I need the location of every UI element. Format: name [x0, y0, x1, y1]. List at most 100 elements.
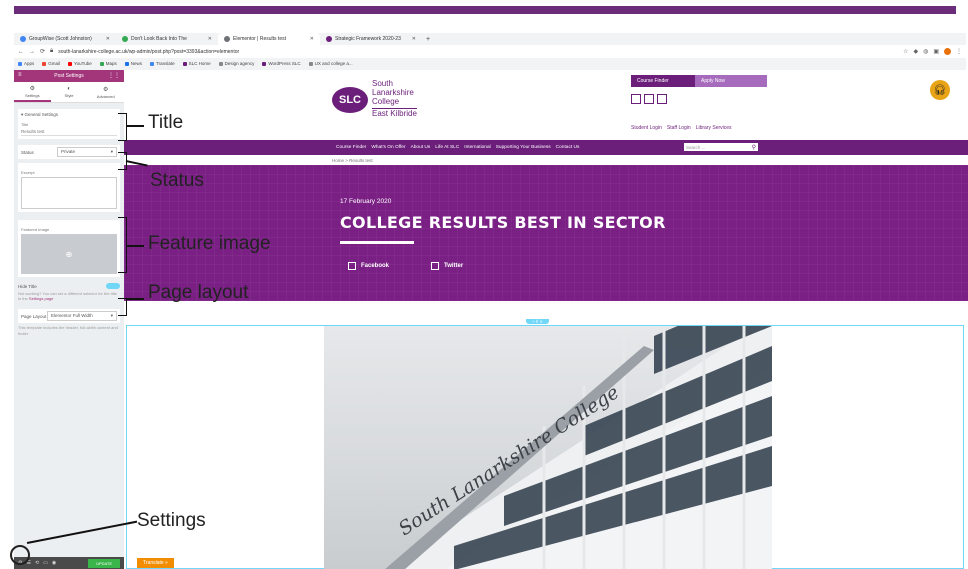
- close-icon[interactable]: ✕: [106, 36, 110, 42]
- extension-icon[interactable]: ◍: [923, 48, 928, 55]
- browser-tab[interactable]: GroupWise (Scott Johnston) ✕: [14, 33, 116, 45]
- social-icons: [631, 94, 667, 104]
- breadcrumb[interactable]: Home > Results test: [124, 155, 968, 165]
- close-icon[interactable]: ✕: [208, 36, 212, 42]
- post-date: 17 February 2020: [340, 198, 392, 205]
- browser-tab[interactable]: Don't Look Back Into The ✕: [116, 33, 218, 45]
- extension-icon[interactable]: ▣: [933, 48, 939, 55]
- status-select[interactable]: Private ▾: [57, 147, 117, 157]
- panel-title: Post Settings: [54, 73, 84, 79]
- excerpt-textarea[interactable]: [21, 177, 117, 209]
- browser-tab[interactable]: Strategic Framework 2020-23 ✕: [320, 33, 422, 45]
- bookmark-item[interactable]: Design agency: [218, 61, 254, 66]
- image-section[interactable]: South Lanarkshire College Translate »: [126, 325, 964, 569]
- nav-item[interactable]: Life At SLC: [435, 145, 459, 150]
- new-tab-button[interactable]: +: [422, 36, 434, 43]
- page-layout-select[interactable]: Elementor Full Width ▾: [47, 311, 117, 322]
- browser-tab-active[interactable]: Elementor | Results test ✕: [218, 33, 320, 45]
- profile-avatar[interactable]: [944, 48, 951, 55]
- widgets-grid-icon[interactable]: ⋮⋮: [108, 72, 120, 79]
- panel-header: ≡ Post Settings ⋮⋮: [14, 70, 124, 82]
- facebook-share[interactable]: Facebook: [348, 262, 389, 270]
- search-placeholder: Search ...: [686, 144, 706, 150]
- facebook-icon: [348, 262, 356, 270]
- extension-icon[interactable]: ◆: [913, 48, 918, 55]
- social-icon[interactable]: [631, 94, 641, 104]
- search-icon[interactable]: ⚲: [752, 144, 756, 151]
- star-icon[interactable]: ☆: [903, 48, 908, 55]
- site-header: SLC South Lanarkshire College East Kilbr…: [124, 70, 968, 140]
- tab-style[interactable]: ◐ Style: [51, 82, 88, 102]
- url-field[interactable]: south-lanarkshire-college.ac.uk/wp-admin…: [58, 49, 898, 55]
- library-services-link[interactable]: Library Services: [696, 125, 732, 131]
- nav-item[interactable]: Course Finder: [336, 145, 366, 150]
- back-icon[interactable]: ←: [18, 49, 24, 55]
- nav-item[interactable]: What's On Offer: [371, 145, 405, 150]
- browser-tabs: GroupWise (Scott Johnston) ✕ Don't Look B…: [14, 33, 966, 45]
- nav-item[interactable]: Supporting Your Business: [496, 145, 551, 150]
- college-logo[interactable]: SLC South Lanarkshire College East Kilbr…: [332, 79, 417, 119]
- hide-title-label: Hide Title: [18, 283, 37, 289]
- bookmark-item[interactable]: Maps: [99, 61, 117, 66]
- featured-image-placeholder[interactable]: ⊕: [21, 234, 117, 274]
- student-login-link[interactable]: Student Login: [631, 125, 662, 131]
- reload-icon[interactable]: ⟳: [40, 48, 45, 55]
- tab-settings[interactable]: ⚙ Settings: [14, 82, 51, 102]
- nav-item[interactable]: Contact Us: [556, 145, 580, 150]
- history-icon[interactable]: ⟲: [35, 560, 39, 566]
- social-icon[interactable]: [657, 94, 667, 104]
- bookmark-item[interactable]: UX and college a...: [308, 61, 353, 66]
- page-layout-label: Page Layout: [21, 313, 47, 319]
- bookmark-item[interactable]: Gmail: [42, 61, 60, 66]
- section-heading[interactable]: ▾ General Settings: [21, 112, 117, 118]
- bookmark-item[interactable]: SLC Home: [182, 61, 211, 66]
- hide-title-toggle[interactable]: [106, 283, 120, 289]
- bookmark-item[interactable]: Translate: [150, 61, 175, 66]
- browser-chrome: GroupWise (Scott Johnston) ✕ Don't Look B…: [14, 33, 966, 71]
- hide-title-row: Hide Title: [18, 283, 120, 289]
- update-button[interactable]: UPDATE: [88, 558, 120, 568]
- logo-line: College: [372, 96, 400, 106]
- menu-icon[interactable]: ⋮: [956, 48, 962, 55]
- close-icon[interactable]: ✕: [412, 36, 416, 42]
- nav-item[interactable]: International: [464, 145, 490, 150]
- logo-text: South Lanarkshire College East Kilbride: [372, 79, 417, 119]
- title-input[interactable]: Results test: [21, 127, 117, 136]
- course-finder-button[interactable]: Course Finder: [631, 75, 695, 87]
- featured-image-label: Featured Image: [21, 227, 50, 232]
- twitter-share[interactable]: Twitter: [431, 262, 463, 270]
- apply-now-button[interactable]: Apply Now: [695, 75, 767, 87]
- site-search[interactable]: Search ... ⚲: [684, 143, 758, 151]
- social-icon[interactable]: [644, 94, 654, 104]
- annotation-bracket: [118, 113, 127, 141]
- staff-login-link[interactable]: Staff Login: [667, 125, 691, 131]
- bookmark-item[interactable]: YouTube: [68, 61, 92, 66]
- hamburger-icon[interactable]: ≡: [18, 72, 22, 78]
- responsive-icon[interactable]: ▭: [43, 560, 48, 566]
- logo-campus: East Kilbride: [372, 108, 417, 119]
- tab-favicon-icon: [224, 36, 230, 42]
- folder-icon: [218, 61, 223, 66]
- section-handle[interactable]: + ⠿ ✕: [526, 319, 549, 324]
- bookmark-item[interactable]: News: [124, 61, 142, 66]
- annotation-line: [126, 125, 144, 127]
- nav-item[interactable]: About Us: [411, 145, 431, 150]
- bookmark-label: Maps: [105, 61, 117, 66]
- user-avatar[interactable]: 🎧︎: [930, 80, 950, 100]
- bookmark-item[interactable]: WordPress SLC: [262, 61, 301, 66]
- translate-button[interactable]: Translate »: [137, 558, 174, 568]
- building-illustration: South Lanarkshire College: [385, 326, 772, 569]
- tab-advanced[interactable]: ⚙ Advanced: [87, 82, 124, 102]
- gmail-icon: [42, 61, 47, 66]
- bookmark-item[interactable]: Apps: [18, 61, 34, 66]
- bookmark-label: YouTube: [74, 61, 92, 66]
- tab-label: GroupWise (Scott Johnston): [29, 36, 92, 42]
- preview-icon[interactable]: ◉: [52, 560, 56, 566]
- logo-mark: SLC: [332, 86, 368, 113]
- lock-icon: 🔒︎: [50, 48, 54, 54]
- close-icon[interactable]: ✕: [310, 36, 314, 42]
- settings-page-link[interactable]: Settings page: [29, 296, 53, 301]
- forward-icon[interactable]: →: [29, 49, 35, 55]
- annotation-settings: Settings: [137, 510, 206, 531]
- header-buttons: Course Finder Apply Now: [631, 75, 767, 87]
